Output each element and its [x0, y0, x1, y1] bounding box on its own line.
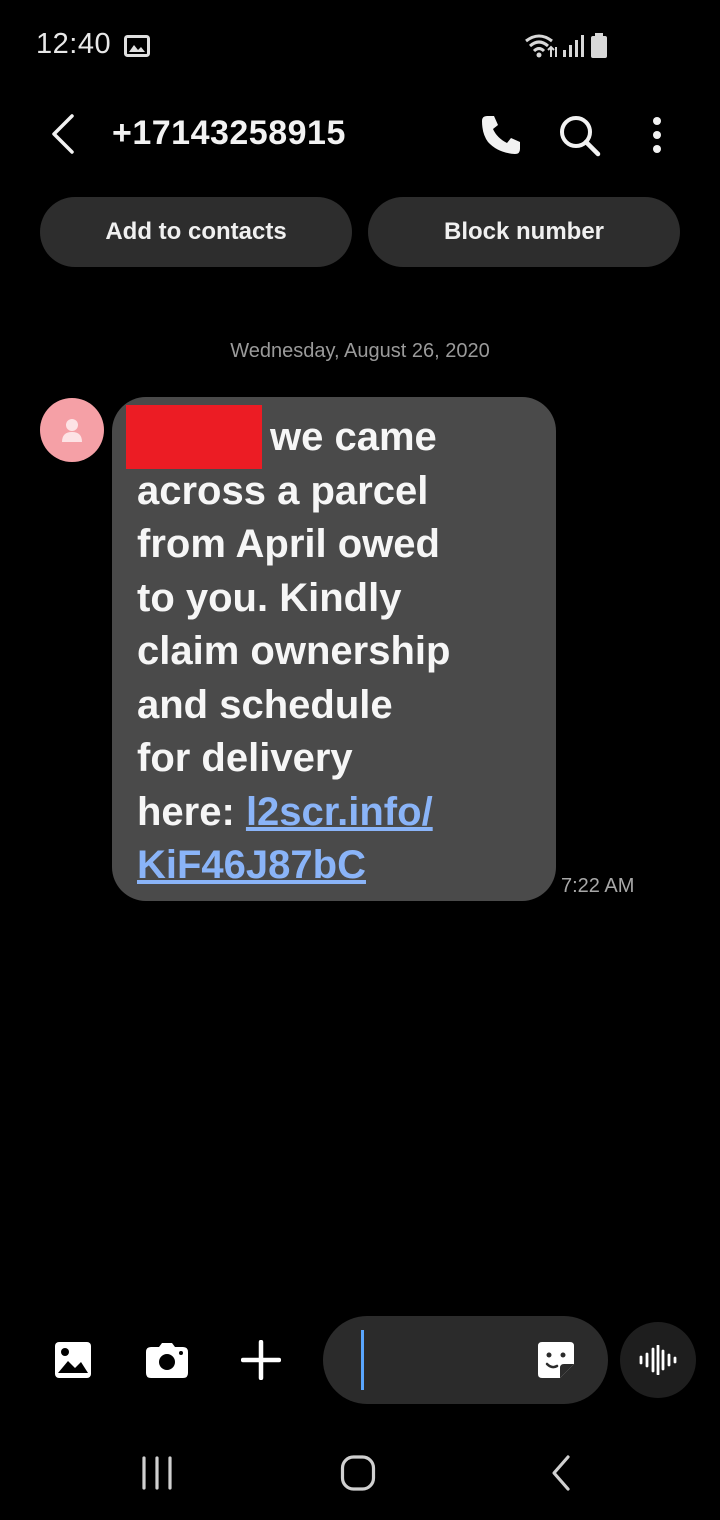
date-separator: Wednesday, August 26, 2020 [230, 340, 490, 362]
add-to-contacts-button[interactable]: Add to contacts [40, 197, 352, 267]
message-timestamp: 7:22 AM [561, 875, 635, 897]
signal-icon [563, 35, 584, 57]
message-line: claim ownership [137, 629, 451, 673]
contact-number-title: +17143258915 [112, 114, 346, 152]
message-line: and schedule [137, 682, 393, 727]
wifi-icon [525, 34, 557, 58]
message-line: here: [137, 789, 246, 834]
camera-icon[interactable] [145, 1341, 189, 1379]
message-link-continued[interactable]: KiF46J87bC [137, 843, 366, 887]
person-icon [62, 419, 82, 442]
message-line: to you. Kindly [137, 575, 402, 620]
phone-icon[interactable] [478, 112, 524, 158]
battery-icon [591, 33, 607, 58]
nav-back-icon[interactable] [548, 1454, 574, 1492]
avatar[interactable] [40, 398, 104, 462]
message-line: for delivery [137, 736, 353, 780]
message-line: from April owed [137, 522, 440, 566]
more-vert-icon[interactable] [640, 112, 674, 158]
message-text: we came across a parcel from April owed to … [137, 411, 549, 893]
recents-icon[interactable] [139, 1456, 175, 1490]
gallery-icon[interactable] [54, 1341, 92, 1379]
sticker-icon[interactable] [536, 1340, 576, 1380]
voice-icon [639, 1345, 677, 1375]
status-time: 12:40 [36, 28, 112, 60]
message-line: we came [270, 415, 437, 459]
image-notification-icon [124, 35, 150, 57]
message-line: across a parcel [137, 468, 429, 513]
block-number-label: Block number [443, 218, 605, 245]
search-icon[interactable] [556, 112, 602, 158]
add-icon[interactable] [241, 1340, 281, 1380]
block-number-button[interactable]: Block number [368, 197, 680, 267]
message-link[interactable]: l2scr.info/ [246, 790, 433, 834]
text-cursor [361, 1330, 364, 1390]
add-to-contacts-label: Add to contacts [105, 218, 287, 245]
voice-input-button[interactable] [620, 1322, 696, 1398]
status-icons [524, 33, 608, 59]
back-icon[interactable] [44, 110, 84, 158]
home-icon[interactable] [340, 1454, 376, 1492]
